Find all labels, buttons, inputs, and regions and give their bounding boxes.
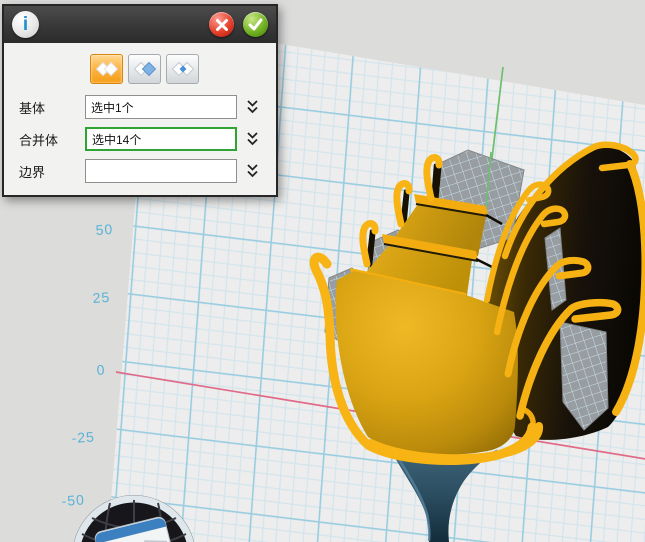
base-expand-chevron[interactable]: [246, 99, 259, 115]
x-mark-icon: [215, 18, 229, 32]
dialog-titlebar[interactable]: i: [4, 6, 276, 43]
union-operation-button[interactable]: [90, 54, 123, 84]
base-body-input[interactable]: [85, 95, 237, 119]
confirm-button[interactable]: [243, 12, 268, 37]
merge-body-input[interactable]: [85, 127, 237, 151]
info-icon: i: [12, 11, 39, 38]
dialog-body: 基体 合并体 边界: [4, 43, 276, 195]
subtract-icon: [133, 61, 157, 77]
field-row-base: 基体: [14, 95, 266, 119]
cancel-button[interactable]: [209, 12, 234, 37]
intersect-icon: [171, 61, 195, 77]
field-row-boundary: 边界: [14, 159, 266, 183]
boolean-operation-buttons: [90, 54, 266, 84]
intersect-operation-button[interactable]: [166, 54, 199, 84]
axis-tick-label: 50: [95, 221, 114, 238]
check-mark-icon: [248, 18, 263, 31]
subtract-operation-button[interactable]: [128, 54, 161, 84]
axis-tick-label: -25: [71, 428, 95, 446]
field-row-merge: 合并体: [14, 127, 266, 151]
axis-tick-label: -50: [61, 491, 85, 509]
double-chevron-down-icon: [246, 131, 259, 147]
merge-body-label: 合并体: [14, 130, 85, 149]
axis-tick-label: 0: [96, 361, 106, 378]
union-icon: [95, 61, 119, 77]
boundary-expand-chevron[interactable]: [246, 163, 259, 179]
double-chevron-down-icon: [246, 163, 259, 179]
boundary-input[interactable]: [85, 159, 237, 183]
boundary-label: 边界: [14, 162, 85, 181]
axis-tick-label: 25: [92, 289, 111, 306]
merge-expand-chevron[interactable]: [246, 131, 259, 147]
boolean-merge-dialog: i: [2, 4, 278, 197]
double-chevron-down-icon: [246, 99, 259, 115]
base-body-label: 基体: [14, 98, 85, 117]
